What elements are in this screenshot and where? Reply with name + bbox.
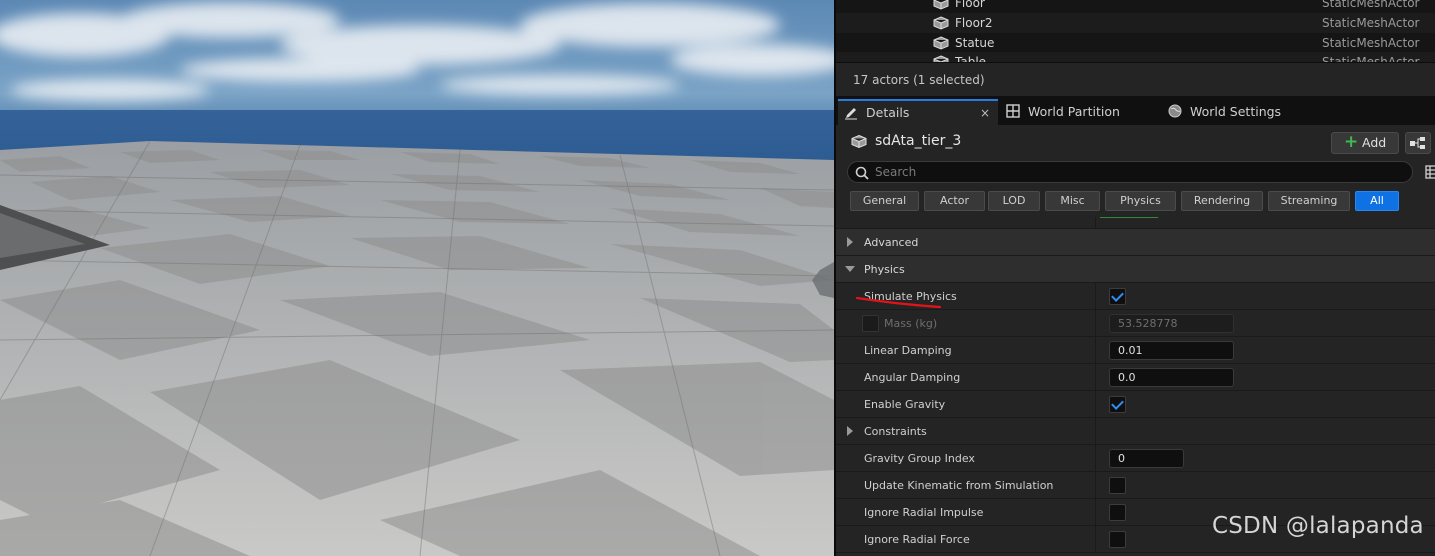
search-icon [855,166,869,180]
static-mesh-row-partial [836,217,1435,229]
static-mesh-icon [933,36,949,50]
actor-name: Statue [955,36,995,50]
prop-linear-damping: Linear Damping 0.01 [836,337,1435,364]
selected-actor-name[interactable]: sdAta_tier_3 [875,133,961,149]
search-input[interactable] [875,163,1395,181]
filter-lod[interactable]: LOD [988,191,1040,211]
add-button-label: Add [1362,135,1387,150]
filter-general[interactable]: General [850,191,919,211]
watermark-text: CSDN @lalapanda [1212,513,1424,539]
prop-gravity-group-index: Gravity Group Index 0 [836,445,1435,472]
level-viewport[interactable] [0,0,834,556]
simulate-physics-checkbox[interactable] [1109,288,1126,305]
prop-label: Ignore Radial Force [864,533,970,546]
details-panel: sdAta_tier_3 + Add General Actor LOD [836,125,1435,556]
expand-arrow-icon [847,237,853,247]
outliner-row-floor[interactable]: Floor StaticMeshActor [836,0,1435,13]
blueprint-button[interactable] [1405,132,1431,154]
prop-label: Gravity Group Index [864,452,975,465]
actor-type: StaticMeshActor [1322,55,1420,62]
tab-bar: Details × World Partition World Settings [836,96,1435,125]
globe-icon [1168,104,1182,118]
tab-world-partition[interactable]: World Partition [1000,99,1160,125]
blueprint-hierarchy-icon [1410,137,1425,149]
mesh-thumbnail [1100,217,1158,218]
ignore-radial-impulse-checkbox[interactable] [1109,504,1126,521]
property-matrix-icon[interactable] [1425,165,1435,179]
editor-right-panel: Floor StaticMeshActor Floor2 StaticMeshA… [834,0,1435,556]
filter-misc[interactable]: Misc [1045,191,1100,211]
tab-label: World Settings [1190,104,1282,119]
selected-actor-header: sdAta_tier_3 + Add [836,125,1435,157]
prop-label: Ignore Radial Impulse [864,506,984,519]
prop-label: Angular Damping [864,371,961,384]
tab-label: World Partition [1028,104,1120,119]
mass-override-checkbox[interactable] [862,315,879,332]
add-component-button[interactable]: + Add [1331,132,1399,154]
linear-damping-field[interactable]: 0.01 [1109,341,1234,360]
section-label: Advanced [864,236,919,249]
plus-icon: + [1344,132,1359,152]
filter-all[interactable]: All [1355,191,1399,211]
prop-label: Linear Damping [864,344,952,357]
actor-name: Floor2 [955,16,993,30]
section-label: Constraints [864,425,927,438]
static-mesh-icon [933,55,949,62]
expand-arrow-icon [847,426,853,436]
tab-details[interactable]: Details × [838,99,998,125]
tab-label: Details [866,105,910,120]
prop-label: Simulate Physics [864,290,957,303]
close-icon[interactable]: × [980,101,990,125]
filter-physics[interactable]: Physics [1105,191,1176,211]
angular-damping-field[interactable]: 0.0 [1109,368,1234,387]
tab-world-settings[interactable]: World Settings [1162,99,1332,125]
actor-name: Floor [955,0,985,10]
ignore-radial-force-checkbox[interactable] [1109,531,1126,548]
section-physics[interactable]: Physics [836,256,1435,283]
prop-label: Enable Gravity [864,398,946,411]
actor-type: StaticMeshActor [1322,0,1420,10]
static-mesh-icon [933,0,949,10]
actor-type: StaticMeshActor [1322,16,1420,30]
section-advanced[interactable]: Advanced [836,229,1435,256]
checker-floor [0,141,834,556]
actor-name: Table [955,55,987,62]
outliner-row-table[interactable]: Table StaticMeshActor [836,52,1435,62]
prop-enable-gravity: Enable Gravity [836,391,1435,418]
enable-gravity-checkbox[interactable] [1109,396,1126,413]
update-kinematic-checkbox[interactable] [1109,477,1126,494]
static-mesh-icon [851,134,867,149]
gravity-group-index-field[interactable]: 0 [1109,449,1184,468]
grid-icon [1006,104,1020,118]
prop-mass: Mass (kg) 53.528778 [836,310,1435,337]
viewport-scene [0,0,834,556]
actor-type: StaticMeshActor [1322,36,1420,50]
collapse-arrow-icon [845,266,855,272]
section-constraints[interactable]: Constraints [836,418,1435,445]
prop-angular-damping: Angular Damping 0.0 [836,364,1435,391]
filter-streaming[interactable]: Streaming [1268,191,1350,211]
static-mesh-icon [933,16,949,30]
outliner-row-floor2[interactable]: Floor2 StaticMeshActor [836,13,1435,33]
outliner-status: 17 actors (1 selected) [836,62,1435,96]
prop-simulate-physics: Simulate Physics [836,283,1435,310]
mass-field: 53.528778 [1109,314,1234,333]
filter-actor[interactable]: Actor [924,191,985,211]
property-list: Advanced Physics Simulate Physics Mass (… [836,217,1435,556]
pencil-icon [845,108,857,120]
prop-label: Mass (kg) [884,317,938,330]
prop-update-kinematic: Update Kinematic from Simulation [836,472,1435,499]
details-search[interactable] [847,161,1413,183]
prop-label: Update Kinematic from Simulation [864,479,1054,492]
filter-rendering[interactable]: Rendering [1181,191,1263,211]
section-label: Physics [864,263,905,276]
outliner-row-statue[interactable]: Statue StaticMeshActor [836,33,1435,53]
